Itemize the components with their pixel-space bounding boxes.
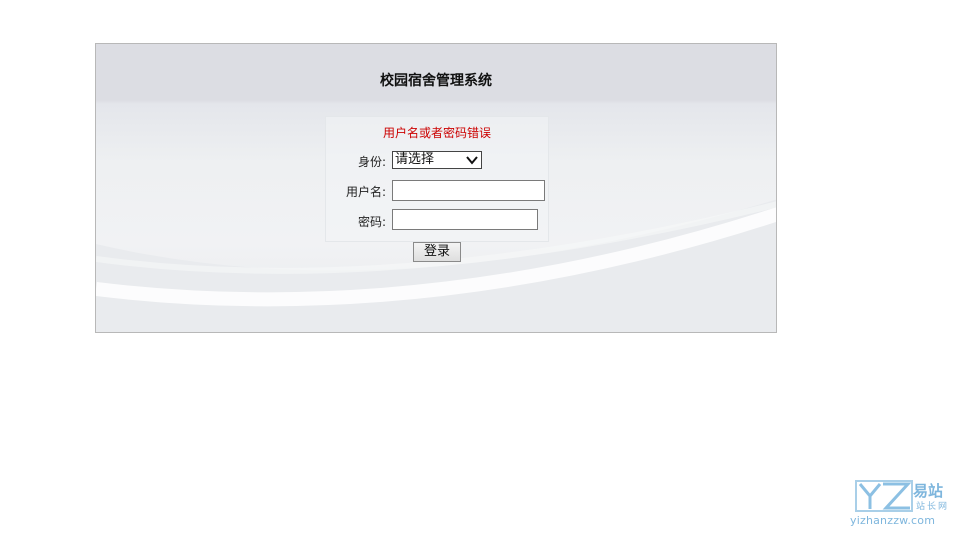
role-select[interactable]: 请选择 [392, 151, 482, 169]
username-label: 用户名: [345, 185, 386, 199]
login-button[interactable]: 登录 [413, 242, 461, 262]
watermark-domain: yizhanzzw.com [850, 514, 936, 527]
password-input[interactable] [392, 209, 538, 230]
watermark-brand: 易站 [913, 482, 944, 500]
role-select-value: 请选择 [395, 152, 435, 167]
chevron-down-icon [466, 156, 478, 165]
watermark-logo: 易站 站长网 yizhanzzw.com [850, 478, 960, 530]
password-label: 密码: [357, 215, 386, 229]
page-title: 校园宿舍管理系统 [380, 73, 492, 89]
error-message: 用户名或者密码错误 [382, 126, 491, 140]
login-form: 用户名或者密码错误 身份: 请选择 用户名: 密码: [325, 116, 549, 242]
login-panel: 校园宿舍管理系统 用户名或者密码错误 身份: 请选择 用户名: 密码: 登录 [95, 43, 777, 333]
username-input[interactable] [392, 180, 545, 201]
watermark-subtitle: 站长网 [916, 502, 950, 512]
role-label: 身份: [357, 155, 386, 169]
